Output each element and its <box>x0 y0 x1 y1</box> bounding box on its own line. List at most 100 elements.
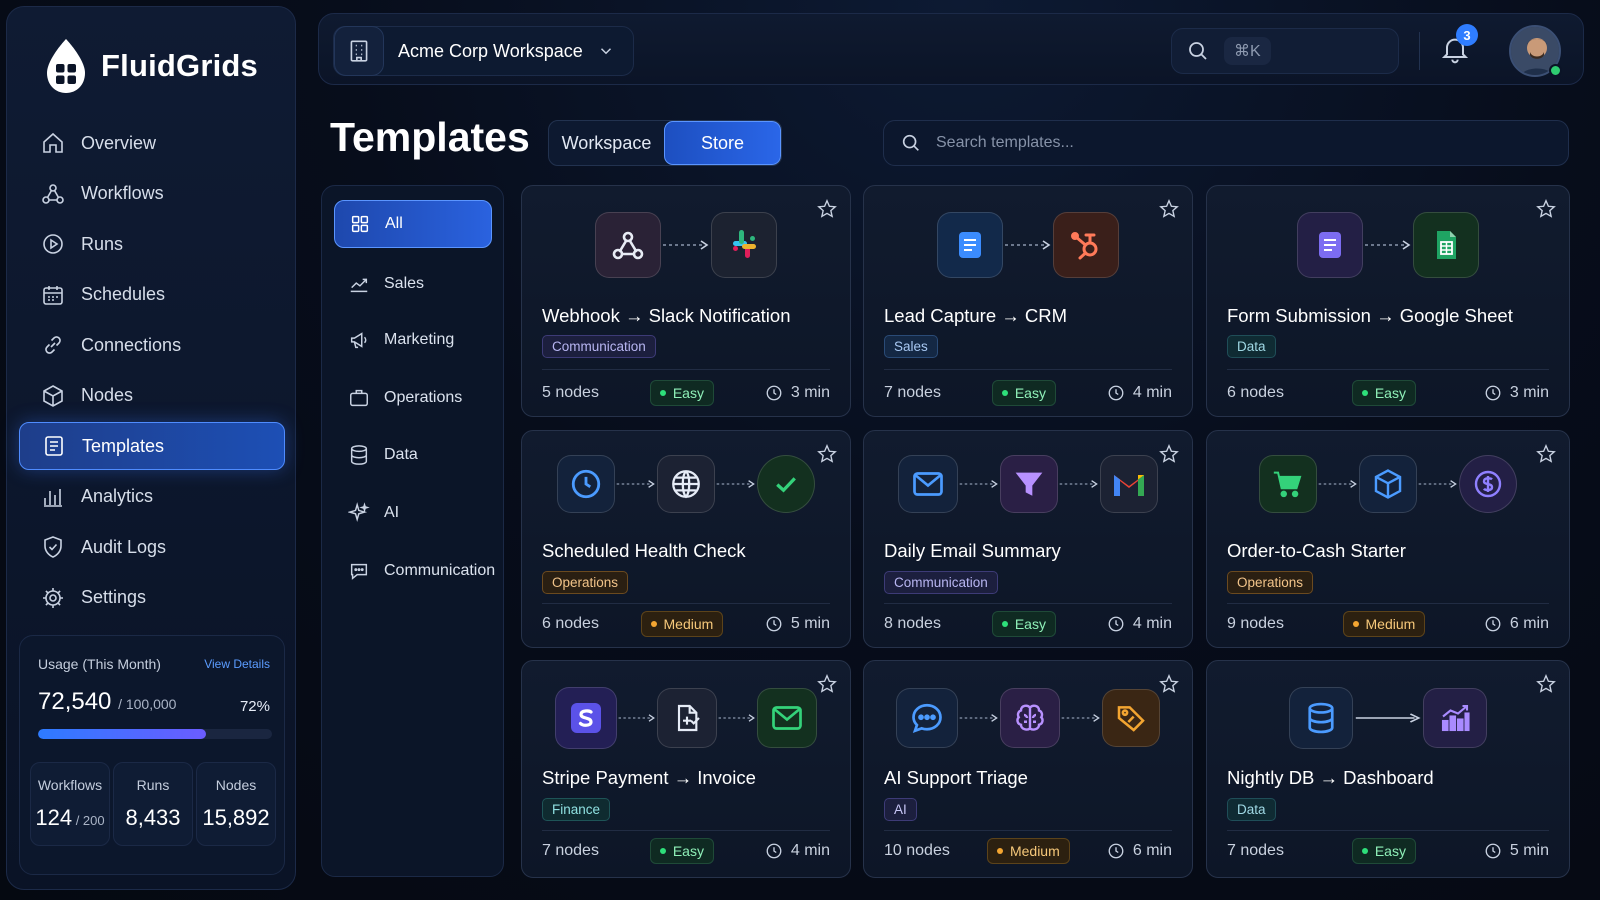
document-icon <box>657 688 717 748</box>
notifications-button[interactable]: 3 <box>1439 24 1478 68</box>
database-icon <box>350 445 368 465</box>
command-search[interactable]: ⌘K <box>1171 28 1399 74</box>
difficulty-badge: Easy <box>649 380 714 406</box>
category-all[interactable]: All <box>334 200 492 248</box>
category-tag: Data <box>1227 335 1276 358</box>
globe-icon <box>657 455 715 513</box>
building-icon <box>334 26 384 76</box>
node-count: 7 nodes <box>884 384 941 401</box>
time-label: 4 min <box>1132 615 1172 632</box>
view-details-link[interactable]: View Details <box>204 657 270 671</box>
sidebar-item-overview[interactable]: Overview <box>19 119 285 167</box>
card-divider <box>1227 369 1549 370</box>
briefcase-icon <box>350 389 368 407</box>
chevron-down-icon <box>600 48 611 55</box>
link-icon <box>45 336 61 354</box>
tab-store[interactable]: Store <box>664 121 781 165</box>
node-count: 10 nodes <box>884 842 950 859</box>
sidebar-item-runs[interactable]: Runs <box>19 220 285 268</box>
node-count: 7 nodes <box>542 842 599 859</box>
sidebar-item-connections[interactable]: Connections <box>19 321 285 369</box>
category-operations[interactable]: Operations <box>334 374 492 422</box>
sidebar-item-label: Overview <box>81 132 157 153</box>
card-divider <box>1227 830 1549 831</box>
slack-icon <box>711 212 777 278</box>
trend-icon <box>350 278 368 293</box>
bar-chart-icon <box>44 488 62 507</box>
stat-label: Nodes <box>215 777 257 793</box>
template-card[interactable]: Scheduled Health Check Operations 6 node… <box>521 430 851 648</box>
template-card[interactable]: Order-to-Cash Starter Operations 9 nodes… <box>1206 430 1570 648</box>
template-card[interactable]: Lead Capture → CRM Sales 7 nodes Easy 4 … <box>863 185 1193 417</box>
arrow-connector <box>716 480 755 488</box>
sidebar-item-workflows[interactable]: Workflows <box>19 170 285 218</box>
chart-icon <box>1423 688 1487 748</box>
clock-icon <box>1108 843 1124 859</box>
card-meta: 10 nodes Medium 6 min <box>884 837 1172 865</box>
template-card[interactable]: AI Support Triage AI 10 nodes Medium 6 m… <box>863 660 1193 878</box>
template-title: Lead Capture → CRM <box>884 305 1068 326</box>
template-search-input[interactable] <box>936 134 1536 152</box>
category-tag: AI <box>884 798 917 821</box>
sidebar-item-label: Nodes <box>81 385 134 405</box>
card-divider <box>884 369 1172 370</box>
difficulty-badge: Easy <box>991 380 1056 406</box>
stat-label: Workflows <box>37 777 103 793</box>
tab-workspace[interactable]: Workspace <box>549 121 664 165</box>
template-card[interactable]: Daily Email Summary Communication 8 node… <box>863 430 1193 648</box>
sidebar-item-nodes[interactable]: Nodes <box>19 372 285 420</box>
template-card[interactable]: Nightly DB → Dashboard Data 7 nodes Easy… <box>1206 660 1570 878</box>
node-count: 7 nodes <box>1227 842 1284 859</box>
category-sales[interactable]: Sales <box>334 260 492 308</box>
template-card[interactable]: Stripe Payment → Invoice Finance 7 nodes… <box>521 660 851 878</box>
node-count: 8 nodes <box>884 615 941 632</box>
sidebar-item-templates[interactable]: Templates <box>19 422 285 470</box>
tag-icon <box>1102 689 1160 747</box>
category-label: AI <box>384 504 400 521</box>
category-communication[interactable]: Communication <box>334 547 495 595</box>
sidebar-item-schedules[interactable]: Schedules <box>19 271 285 319</box>
template-search <box>883 120 1569 166</box>
topbar: Acme Corp Workspace ⌘K 3 <box>318 13 1584 85</box>
arrow-connector <box>616 480 655 488</box>
clock-icon <box>557 455 615 513</box>
category-data[interactable]: Data <box>334 431 492 479</box>
difficulty-badge: Medium <box>640 611 724 637</box>
usage-count: 72,540 / 100,000 <box>38 688 176 716</box>
megaphone-icon <box>350 332 367 349</box>
card-divider <box>884 603 1172 604</box>
stat-value: 124 / 200 <box>31 805 109 831</box>
setup-time: 5 min <box>1484 842 1549 860</box>
template-card[interactable]: Webhook → Slack Notification Communicati… <box>521 185 851 417</box>
workspace-switcher[interactable]: Acme Corp Workspace <box>333 26 634 76</box>
stat-number: 15,892 <box>202 805 270 830</box>
time-label: 5 min <box>790 615 830 632</box>
sidebar-item-settings[interactable]: Settings <box>19 574 285 622</box>
arrow-connector <box>618 714 655 722</box>
sidebar-item-label: Connections <box>81 334 182 355</box>
grid-icon <box>351 215 369 233</box>
category-marketing[interactable]: Marketing <box>334 316 492 364</box>
clock-icon <box>1108 385 1124 401</box>
sidebar-item-analytics[interactable]: Analytics <box>19 473 285 521</box>
template-card[interactable]: Form Submission → Google Sheet Data 6 no… <box>1206 185 1570 417</box>
arrow-connector <box>1059 480 1098 488</box>
database-icon <box>1289 687 1353 749</box>
sidebar-item-label: Runs <box>81 233 124 254</box>
sidebar-item-label: Audit Logs <box>81 536 167 557</box>
sidebar-item-audit-logs[interactable]: Audit Logs <box>19 523 285 571</box>
brand[interactable]: FluidGrids <box>43 37 258 95</box>
category-label: Data <box>384 446 418 463</box>
flow-diagram <box>522 210 850 280</box>
template-title: Nightly DB → Dashboard <box>1227 767 1434 788</box>
gmail-icon <box>1100 455 1158 513</box>
form-icon <box>937 212 1003 278</box>
sidebar-item-label: Templates <box>82 435 165 456</box>
category-ai[interactable]: AI <box>334 489 492 537</box>
setup-time: 5 min <box>765 615 830 633</box>
clock-icon <box>1485 616 1501 632</box>
card-divider <box>884 830 1172 831</box>
flow-diagram <box>1207 683 1569 753</box>
time-label: 4 min <box>1132 384 1172 401</box>
template-title: Form Submission → Google Sheet <box>1227 305 1513 326</box>
